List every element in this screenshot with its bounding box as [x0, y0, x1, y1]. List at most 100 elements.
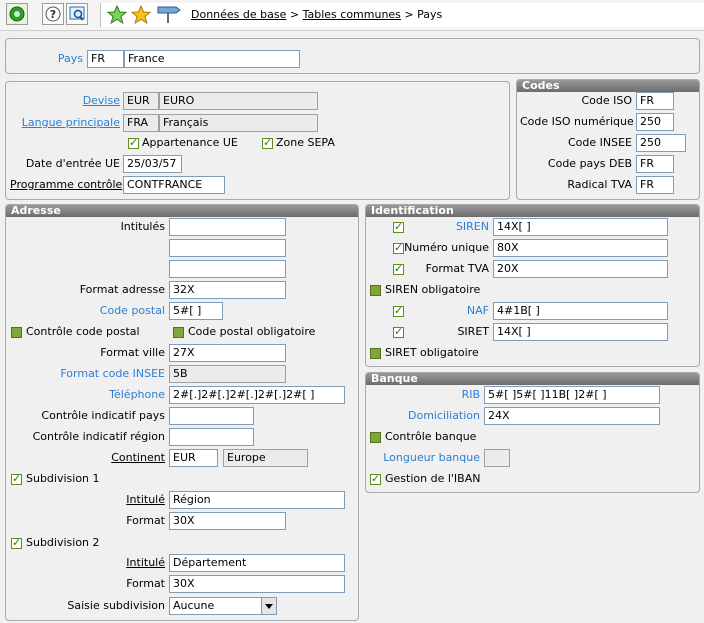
favorites-green-star-icon[interactable] — [107, 5, 127, 25]
zone-sepa-checkbox[interactable] — [262, 136, 273, 149]
telephone-label[interactable]: Téléphone — [60, 386, 165, 404]
controle-indicatif-region-field[interactable] — [169, 428, 254, 446]
subdivision-2-format-label: Format — [126, 577, 165, 590]
pays-label[interactable]: Pays — [40, 50, 83, 68]
siren-obligatoire-label: SIREN obligatoire — [385, 283, 481, 296]
appartenance-ue-checkbox[interactable] — [128, 136, 139, 149]
format-ville-field[interactable]: 27X — [169, 344, 286, 362]
favorites-gold-star-icon[interactable] — [131, 5, 151, 25]
controle-indicatif-region-label: Contrôle indicatif région — [32, 430, 165, 443]
subdivision-2-intitule-field[interactable]: Département — [169, 554, 345, 572]
zone-sepa-label: Zone SEPA — [276, 136, 335, 149]
date-entree-field[interactable]: 25/03/57 — [123, 155, 182, 173]
codes-header: Codes — [517, 80, 699, 92]
siret-checkbox[interactable] — [393, 325, 404, 338]
breadcrumb: Données de base > Tables communes > Pays — [191, 8, 442, 21]
siret-obligatoire-checkbox[interactable] — [370, 348, 381, 359]
siren-obligatoire-checkbox[interactable] — [370, 285, 381, 296]
naf-field[interactable]: 4#1B[ ] — [493, 302, 668, 320]
controle-indicatif-pays-label: Contrôle indicatif pays — [41, 409, 165, 422]
code-deb-label: Code pays DEB — [547, 157, 632, 170]
controle-code-postal-label: Contrôle code postal — [26, 325, 140, 338]
rib-label[interactable]: RIB — [400, 386, 480, 404]
intitule-2-field[interactable] — [169, 239, 286, 257]
toolbar: ? Données de base > Tables communes > Pa… — [0, 0, 704, 31]
devise-code-field[interactable]: EUR — [123, 92, 159, 110]
subdivision-1-format-label: Format — [126, 514, 165, 527]
subdivision-2-label: Subdivision 2 — [26, 536, 100, 549]
saisie-subdivision-label: Saisie subdivision — [67, 599, 165, 612]
subdivision-1-format-field[interactable]: 30X — [169, 512, 286, 530]
code-postal-obligatoire-checkbox[interactable] — [173, 327, 184, 338]
code-postal-label[interactable]: Code postal — [60, 302, 165, 320]
numero-unique-field[interactable]: 80X — [493, 239, 668, 257]
siret-obligatoire-label: SIRET obligatoire — [385, 346, 479, 359]
code-iso-label: Code ISO — [581, 94, 632, 107]
banque-header: Banque — [366, 373, 699, 385]
breadcrumb-tables-communes[interactable]: Tables communes — [303, 8, 401, 21]
format-adresse-field[interactable]: 32X — [169, 281, 286, 299]
format-tva-label: Format TVA — [425, 262, 489, 275]
subdivision-1-checkbox[interactable] — [11, 472, 22, 485]
format-code-insee-field: 5B — [169, 365, 286, 383]
adresse-header: Adresse — [6, 205, 358, 217]
format-code-insee-label[interactable]: Format code INSEE — [40, 365, 165, 383]
appartenance-ue-label: Appartenance UE — [142, 136, 238, 149]
svg-text:?: ? — [50, 8, 56, 21]
siren-label[interactable]: SIREN — [415, 218, 489, 236]
help-icon[interactable]: ? — [42, 3, 64, 25]
programme-label[interactable]: Programme contrôle — [10, 176, 122, 194]
saisie-subdivision-value: Aucune — [173, 599, 215, 612]
langue-label[interactable]: Langue principale — [15, 114, 120, 132]
subdivision-2-format-field[interactable]: 30X — [169, 575, 345, 593]
code-insee-field[interactable]: 250 — [636, 134, 686, 152]
code-iso-num-field[interactable]: 250 — [636, 113, 674, 131]
langue-name-field: Français — [159, 114, 318, 132]
subdivision-2-intitule-label[interactable]: Intitulé — [60, 554, 165, 572]
controle-indicatif-pays-field[interactable] — [169, 407, 254, 425]
radical-tva-label: Radical TVA — [567, 178, 632, 191]
siret-field[interactable]: 14X[ ] — [493, 323, 668, 341]
breadcrumb-separator: > — [404, 8, 414, 21]
subdivision-1-intitule-field[interactable]: Région — [169, 491, 345, 509]
continent-code-field[interactable]: EUR — [169, 449, 218, 467]
pays-code-field[interactable]: FR — [87, 50, 124, 68]
longueur-banque-field — [484, 449, 510, 467]
search-window-icon[interactable] — [66, 3, 88, 25]
saisie-subdivision-select[interactable]: Aucune — [169, 597, 277, 615]
chevron-down-icon[interactable] — [261, 598, 276, 614]
controle-banque-checkbox[interactable] — [370, 432, 381, 443]
naf-label[interactable]: NAF — [415, 302, 489, 320]
code-iso-num-label: Code ISO numérique — [520, 115, 634, 128]
signpost-icon[interactable] — [155, 4, 181, 24]
breadcrumb-donnees-de-base[interactable]: Données de base — [191, 8, 286, 21]
intitule-3-field[interactable] — [169, 260, 286, 278]
format-tva-field[interactable]: 20X — [493, 260, 668, 278]
naf-checkbox[interactable] — [393, 304, 404, 317]
domiciliation-label[interactable]: Domiciliation — [380, 407, 480, 425]
pays-name-field[interactable]: France — [124, 50, 300, 68]
langue-code-field[interactable]: FRA — [123, 114, 159, 132]
rib-field[interactable]: 5#[ ]5#[ ]11B[ ]2#[ ] — [484, 386, 660, 404]
programme-field[interactable]: CONTFRANCE — [123, 176, 225, 194]
subdivision-2-checkbox[interactable] — [11, 536, 22, 549]
siren-checkbox[interactable] — [393, 220, 404, 233]
code-deb-field[interactable]: FR — [636, 155, 674, 173]
intitule-1-field[interactable] — [169, 218, 286, 236]
controle-code-postal-checkbox[interactable] — [11, 327, 22, 338]
domiciliation-field[interactable]: 24X — [484, 407, 660, 425]
radical-tva-field[interactable]: FR — [636, 176, 674, 194]
format-ville-label: Format ville — [100, 346, 165, 359]
subdivision-1-intitule-label[interactable]: Intitulé — [60, 491, 165, 509]
continent-name-field: Europe — [223, 449, 308, 467]
devise-label[interactable]: Devise — [30, 92, 120, 110]
continent-label[interactable]: Continent — [60, 449, 165, 467]
green-refresh-icon[interactable] — [6, 3, 28, 25]
subdivision-1-label: Subdivision 1 — [26, 472, 100, 485]
gestion-iban-checkbox[interactable] — [370, 472, 381, 485]
longueur-banque-label[interactable]: Longueur banque — [380, 449, 480, 467]
telephone-field[interactable]: 2#[.]2#[.]2#[.]2#[.]2#[ ] — [169, 386, 345, 404]
siren-field[interactable]: 14X[ ] — [493, 218, 668, 236]
code-postal-field[interactable]: 5#[ ] — [169, 302, 223, 320]
code-iso-field[interactable]: FR — [636, 92, 674, 110]
